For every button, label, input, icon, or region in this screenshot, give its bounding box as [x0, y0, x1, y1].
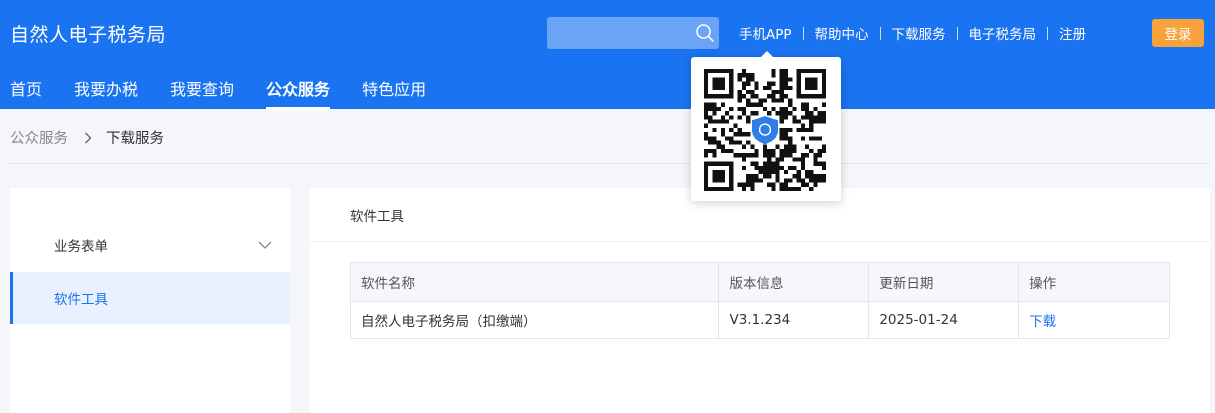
- divider: [10, 163, 1210, 164]
- nav-public-services[interactable]: 公众服务: [266, 76, 331, 110]
- chevron-down-icon[interactable]: [258, 238, 272, 252]
- top-link-register[interactable]: 注册: [1048, 23, 1097, 43]
- section-title: 软件工具: [350, 209, 404, 225]
- cell-software-name: 自然人电子税务局（扣缴端）: [349, 301, 720, 339]
- breadcrumb-current: 下载服务: [106, 131, 164, 147]
- table-header-row: 软件名称 版本信息 更新日期 操作: [349, 262, 1170, 302]
- content-panel: 软件工具 软件名称 版本信息 更新日期 操作 自然人电子税务局（扣缴端） V3.…: [310, 188, 1210, 413]
- nav-home[interactable]: 首页: [10, 76, 42, 104]
- breadcrumb-parent[interactable]: 公众服务: [10, 127, 68, 148]
- sidebar-item-software-tools[interactable]: 软件工具: [10, 272, 290, 324]
- cell-action: 下载: [1018, 301, 1170, 339]
- top-link-help-center[interactable]: 帮助中心: [804, 23, 880, 43]
- nav-featured-apps[interactable]: 特色应用: [362, 76, 426, 104]
- column-header-version: 版本信息: [718, 262, 870, 302]
- sidebar-item-label: 软件工具: [54, 292, 108, 308]
- qr-code-popover: [691, 51, 841, 201]
- column-header-action: 操作: [1018, 262, 1170, 302]
- software-table: 软件名称 版本信息 更新日期 操作 自然人电子税务局（扣缴端） V3.1.234…: [349, 262, 1170, 339]
- sidebar-item-label: 业务表单: [54, 239, 108, 255]
- chevron-right-icon: [85, 132, 92, 143]
- nav-tax-filing[interactable]: 我要办税: [74, 76, 138, 104]
- table-row: 自然人电子税务局（扣缴端） V3.1.234 2025-01-24 下载: [349, 301, 1170, 339]
- breadcrumb: 公众服务 下载服务: [10, 127, 164, 148]
- search-input[interactable]: [547, 17, 719, 49]
- qr-code-icon: [704, 69, 826, 191]
- sidebar: 业务表单 软件工具: [10, 188, 290, 413]
- cell-version: V3.1.234: [718, 301, 870, 339]
- top-links: 手机APP 帮助中心 下载服务 电子税务局 注册: [727, 22, 1097, 44]
- cell-update-date: 2025-01-24: [868, 301, 1020, 339]
- sidebar-item-business-forms[interactable]: 业务表单: [10, 219, 290, 271]
- search-icon[interactable]: [695, 23, 715, 43]
- download-link[interactable]: 下载: [1029, 314, 1056, 330]
- tax-shield-logo-icon: [751, 116, 779, 145]
- login-button[interactable]: 登录: [1152, 19, 1204, 47]
- nav-query[interactable]: 我要查询: [170, 76, 234, 104]
- top-link-download-service[interactable]: 下载服务: [881, 23, 957, 43]
- column-header-name: 软件名称: [349, 262, 720, 302]
- header-bar: 自然人电子税务局 手机APP 帮助中心 下载服务 电子税务局 注册 登录 首页 …: [0, 0, 1215, 110]
- divider: [310, 241, 1210, 242]
- site-title: 自然人电子税务局: [10, 24, 167, 46]
- column-header-date: 更新日期: [868, 262, 1020, 302]
- top-link-e-tax-bureau[interactable]: 电子税务局: [958, 23, 1048, 43]
- top-link-mobile-app[interactable]: 手机APP: [727, 23, 803, 43]
- main-nav: 首页 我要办税 我要查询 公众服务 特色应用: [10, 76, 458, 110]
